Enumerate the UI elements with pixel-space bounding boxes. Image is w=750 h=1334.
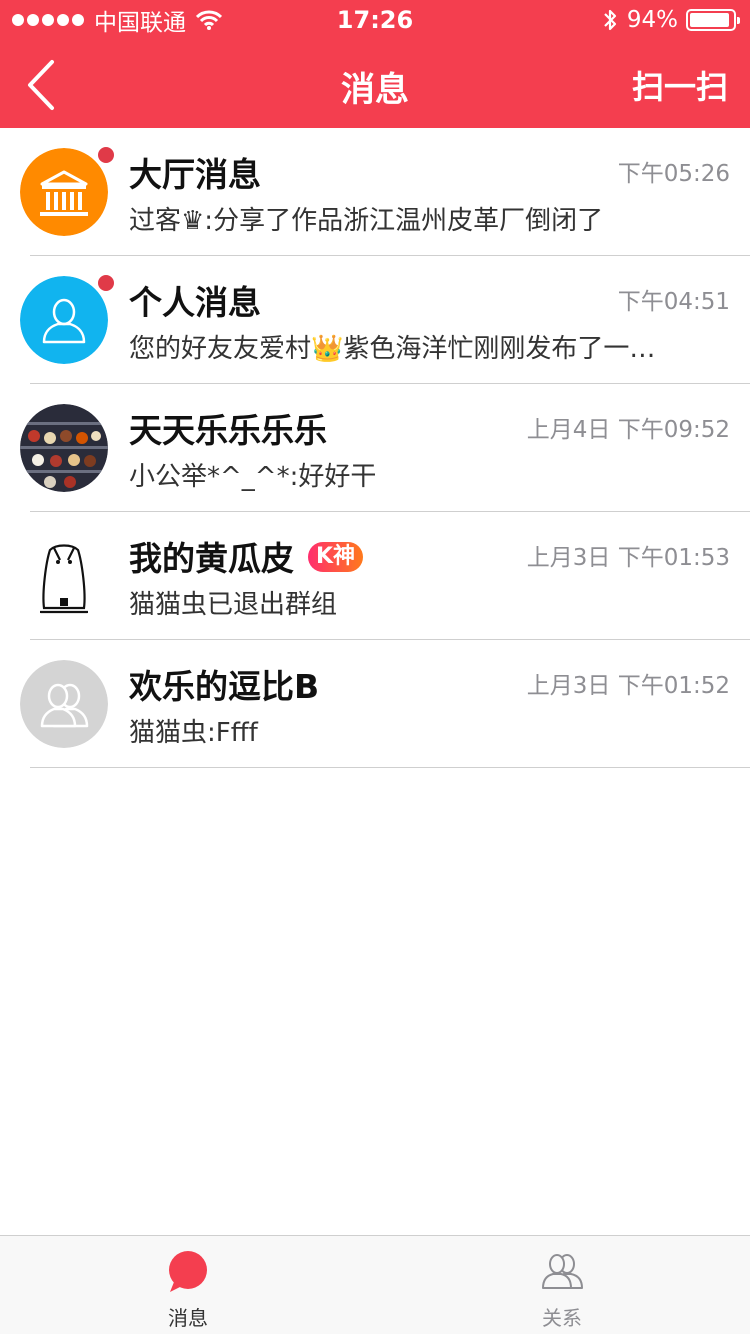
item-title: 欢乐的逗比B [129, 667, 320, 706]
list-item[interactable]: 天天乐乐乐乐 上月4日 下午09:52 小公举*^_^*:好好干 [0, 384, 750, 512]
item-title: 天天乐乐乐乐 [129, 411, 327, 450]
contacts-icon [540, 1250, 584, 1294]
group-icon [20, 660, 108, 748]
item-time: 上月3日 下午01:53 [526, 545, 730, 571]
item-preview: 过客♛:分享了作品浙江温州皮革厂倒闭了 [129, 206, 604, 236]
building-icon [20, 148, 108, 236]
tab-messages[interactable]: 消息 [88, 1236, 288, 1334]
battery-icon [686, 9, 740, 31]
tab-label: 关系 [542, 1306, 582, 1330]
tab-bar: 消息 关系 [0, 1235, 750, 1334]
list-item[interactable]: 大厅消息 下午05:26 过客♛:分享了作品浙江温州皮革厂倒闭了 [0, 128, 750, 256]
bluetooth-icon [603, 8, 627, 32]
item-time: 上月3日 下午01:52 [526, 673, 730, 699]
item-time: 下午04:51 [617, 289, 730, 315]
drawing-avatar [20, 532, 108, 620]
status-right: 94% [603, 6, 740, 34]
person-icon [20, 276, 108, 364]
item-title: 个人消息 [129, 283, 261, 322]
list-item[interactable]: 个人消息 下午04:51 您的好友友爱村👑紫色海洋忙刚刚发布了一… [0, 256, 750, 384]
chevron-left-icon [28, 60, 54, 110]
tab-relations[interactable]: 关系 [462, 1236, 662, 1334]
item-preview: 猫猫虫已退出群组 [129, 590, 338, 620]
item-preview: 您的好友友爱村👑紫色海洋忙刚刚发布了一… [129, 334, 656, 364]
item-preview: 猫猫虫:Ffff [129, 718, 258, 748]
photo-avatar [20, 404, 108, 492]
k-god-badge: K神 [308, 541, 364, 572]
tab-label: 消息 [168, 1306, 208, 1330]
item-time: 下午05:26 [617, 161, 730, 187]
unread-badge [98, 275, 114, 291]
chat-bubble-icon [166, 1250, 210, 1294]
battery-percent: 94% [626, 7, 678, 33]
unread-badge [98, 147, 114, 163]
message-list: 大厅消息 下午05:26 过客♛:分享了作品浙江温州皮革厂倒闭了 个人消息 下午… [0, 128, 750, 768]
battery-fill [690, 13, 730, 27]
item-time: 上月4日 下午09:52 [526, 417, 730, 443]
item-title: 我的黄瓜皮 K神 [129, 532, 364, 580]
list-item[interactable]: 欢乐的逗比B 上月3日 下午01:52 猫猫虫:Ffff [0, 640, 750, 768]
list-item[interactable]: 我的黄瓜皮 K神 上月3日 下午01:53 猫猫虫已退出群组 [0, 512, 750, 640]
item-title-text: 我的黄瓜皮 [129, 539, 294, 578]
item-title: 大厅消息 [129, 155, 261, 194]
divider [30, 767, 750, 768]
nav-bar: 消息 扫一扫 [0, 40, 750, 128]
item-preview: 小公举*^_^*:好好干 [129, 462, 377, 492]
back-button[interactable] [20, 58, 70, 112]
status-bar: 中国联通 17:26 94% [0, 0, 750, 40]
scan-button[interactable]: 扫一扫 [632, 62, 728, 108]
